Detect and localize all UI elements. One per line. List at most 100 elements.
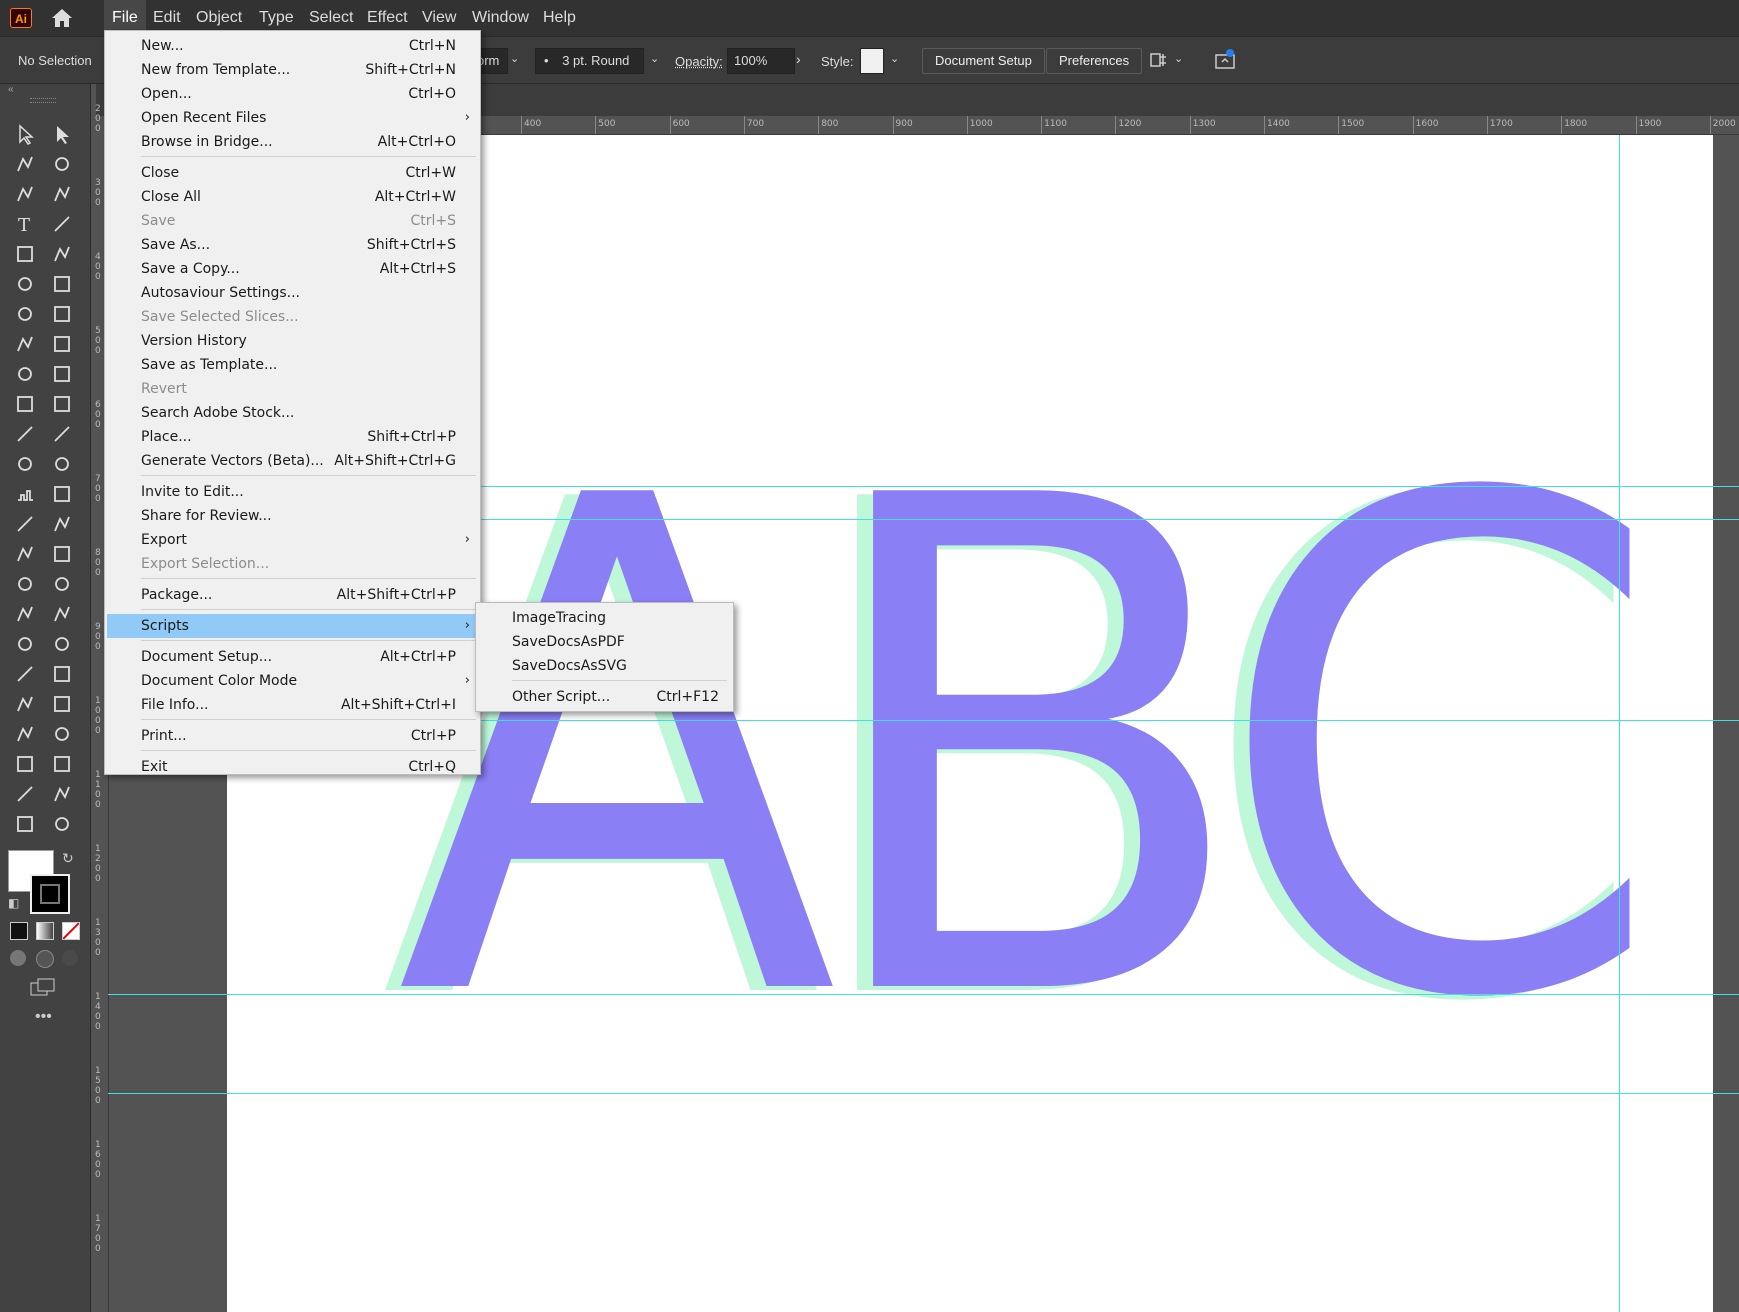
lasso-tool-icon[interactable] [49, 152, 75, 176]
perspective-grid-tool-icon[interactable] [49, 362, 75, 386]
color-mode-icon[interactable] [10, 922, 28, 940]
join-tool-icon[interactable] [49, 632, 75, 656]
flare-tool-icon[interactable] [49, 572, 75, 596]
menu-item-browse-in-bridge[interactable]: Browse in Bridge... Alt+Ctrl+O [107, 130, 478, 154]
draw-behind-icon[interactable] [36, 950, 54, 968]
menu-item-label: Save a Copy... [141, 261, 240, 277]
menu-item-new[interactable]: New... Ctrl+N [107, 34, 478, 58]
swap-colors-icon[interactable]: ↻ [62, 850, 74, 867]
menu-item-save-a-copy[interactable]: Save a Copy... Alt+Ctrl+S [107, 257, 478, 281]
ellipse-tool-icon[interactable] [12, 632, 38, 656]
pen-tool-icon[interactable] [12, 182, 38, 206]
stroke-swatch[interactable] [30, 874, 70, 914]
mesh-tool-icon[interactable] [12, 392, 38, 416]
texture-tool-icon[interactable] [49, 542, 75, 566]
menu-item-generate-vectors-beta[interactable]: Generate Vectors (Beta)... Alt+Shift+Ctrl… [107, 449, 478, 473]
menu-item-share-for-review[interactable]: Share for Review... [107, 504, 478, 528]
menu-item-save-as[interactable]: Save As... Shift+Ctrl+S [107, 233, 478, 257]
puppet-warp-tool-icon[interactable] [12, 542, 38, 566]
polar-grid-tool-icon[interactable] [49, 722, 75, 746]
intertwine-tool-icon[interactable] [12, 722, 38, 746]
shaper-tool-icon[interactable] [12, 272, 38, 296]
artboard-tool-icon[interactable] [49, 482, 75, 506]
line-segment-tool-icon[interactable] [49, 212, 75, 236]
script-item-savedocsaspdf[interactable]: SaveDocsAsPDF [478, 630, 731, 654]
zoom-tool-icon[interactable] [49, 812, 75, 836]
hand-grab-tool-icon[interactable] [49, 782, 75, 806]
menu-item-invite-to-edit[interactable]: Invite to Edit... [107, 480, 478, 504]
direct-selection-tool-icon[interactable] [49, 122, 75, 146]
menu-item-document-color-mode[interactable]: Document Color Mode › [107, 669, 478, 693]
curvature-tool-icon[interactable] [49, 182, 75, 206]
change-screen-mode-icon[interactable] [30, 978, 56, 1003]
guide-horizontal[interactable] [108, 994, 1739, 995]
live-paint-selection-tool-icon[interactable] [49, 662, 75, 686]
menu-item-open-recent-files[interactable]: Open Recent Files › [107, 106, 478, 130]
shape-builder-tool-icon[interactable] [12, 362, 38, 386]
more-tools-icon[interactable]: ••• [35, 1008, 52, 1026]
menu-item-new-from-template[interactable]: New from Template... Shift+Ctrl+N [107, 58, 478, 82]
rotate-tool-icon[interactable] [12, 302, 38, 326]
menu-item-close-all[interactable]: Close All Alt+Ctrl+W [107, 185, 478, 209]
menu-item-search-adobe-stock[interactable]: Search Adobe Stock... [107, 401, 478, 425]
crop-tool-icon[interactable] [12, 752, 38, 776]
menu-item-package[interactable]: Package... Alt+Shift+Ctrl+P [107, 583, 478, 607]
dice-tool-icon[interactable] [49, 692, 75, 716]
menu-item-shortcut: Ctrl+N [408, 38, 456, 54]
selection-tool-icon[interactable] [12, 122, 38, 146]
menu-item-save-as-template[interactable]: Save as Template... [107, 353, 478, 377]
magic-wand-tool-icon[interactable] [12, 152, 38, 176]
gradient-tool-icon[interactable] [49, 392, 75, 416]
column-graph-tool-icon[interactable] [12, 482, 38, 506]
menu-item-autosaviour-settings[interactable]: Autosaviour Settings... [107, 281, 478, 305]
flag-tool-icon[interactable] [12, 812, 38, 836]
smooth-tool-icon[interactable] [12, 662, 38, 686]
eraser-tool-icon[interactable] [49, 272, 75, 296]
draw-normal-icon[interactable] [10, 950, 26, 966]
rectangle-tool-icon[interactable] [12, 242, 38, 266]
blend-tool-icon[interactable] [12, 452, 38, 476]
menu-item-print[interactable]: Print... Ctrl+P [107, 724, 478, 748]
reshape-tool-icon[interactable] [49, 602, 75, 626]
type-tool-icon[interactable]: T [12, 212, 38, 236]
menu-item-document-setup[interactable]: Document Setup... Alt+Ctrl+P [107, 645, 478, 669]
free-transform-tool-icon[interactable] [49, 332, 75, 356]
menu-item-open[interactable]: Open... Ctrl+O [107, 82, 478, 106]
menu-item-version-history[interactable]: Version History [107, 329, 478, 353]
menu-item-shortcut: Ctrl+W [405, 165, 456, 181]
hand-tool-icon[interactable] [49, 512, 75, 536]
live-paint-bucket-tool-icon[interactable] [12, 692, 38, 716]
scale-tool-icon[interactable] [49, 302, 75, 326]
slice-tool-icon[interactable] [12, 512, 38, 536]
print-tiling-tool-icon[interactable] [49, 752, 75, 776]
menu-item-exit[interactable]: Exit Ctrl+Q [107, 755, 478, 779]
script-item-imagetracing[interactable]: ImageTracing [478, 606, 731, 630]
guide-vertical[interactable] [1619, 135, 1620, 1312]
warp-tool-icon[interactable] [12, 332, 38, 356]
menu-item-save-selected-slices[interactable]: Save Selected Slices... [107, 305, 478, 329]
panel-grip[interactable] [30, 98, 56, 103]
symbol-sprayer-tool-icon[interactable] [49, 452, 75, 476]
menu-item-revert[interactable]: Revert [107, 377, 478, 401]
collapse-icon[interactable]: « [8, 84, 14, 95]
spiral-tool-icon[interactable] [12, 572, 38, 596]
menu-item-export[interactable]: Export › [107, 528, 478, 552]
paintbrush-tool-icon[interactable] [49, 242, 75, 266]
menu-item-scripts[interactable]: Scripts › [107, 614, 478, 638]
menu-item-close[interactable]: Close Ctrl+W [107, 161, 478, 185]
guide-horizontal[interactable] [108, 1093, 1739, 1094]
menu-item-export-selection[interactable]: Export Selection... [107, 552, 478, 576]
script-item-savedocsassvg[interactable]: SaveDocsAsSVG [478, 654, 731, 678]
draw-inside-icon[interactable] [62, 950, 78, 966]
default-colors-icon[interactable]: ◧ [8, 896, 19, 910]
gradient-mode-icon[interactable] [36, 922, 54, 940]
none-mode-icon[interactable] [62, 922, 80, 940]
width-tool-icon[interactable] [12, 602, 38, 626]
script-item-other-script[interactable]: Other Script... Ctrl+F12 [478, 685, 731, 709]
menu-item-place[interactable]: Place... Shift+Ctrl+P [107, 425, 478, 449]
menu-item-save[interactable]: Save Ctrl+S [107, 209, 478, 233]
menu-item-file-info[interactable]: File Info... Alt+Shift+Ctrl+I [107, 693, 478, 717]
pencil-tool-icon[interactable] [12, 782, 38, 806]
measure-tool-icon[interactable] [49, 422, 75, 446]
eyedropper-tool-icon[interactable] [12, 422, 38, 446]
